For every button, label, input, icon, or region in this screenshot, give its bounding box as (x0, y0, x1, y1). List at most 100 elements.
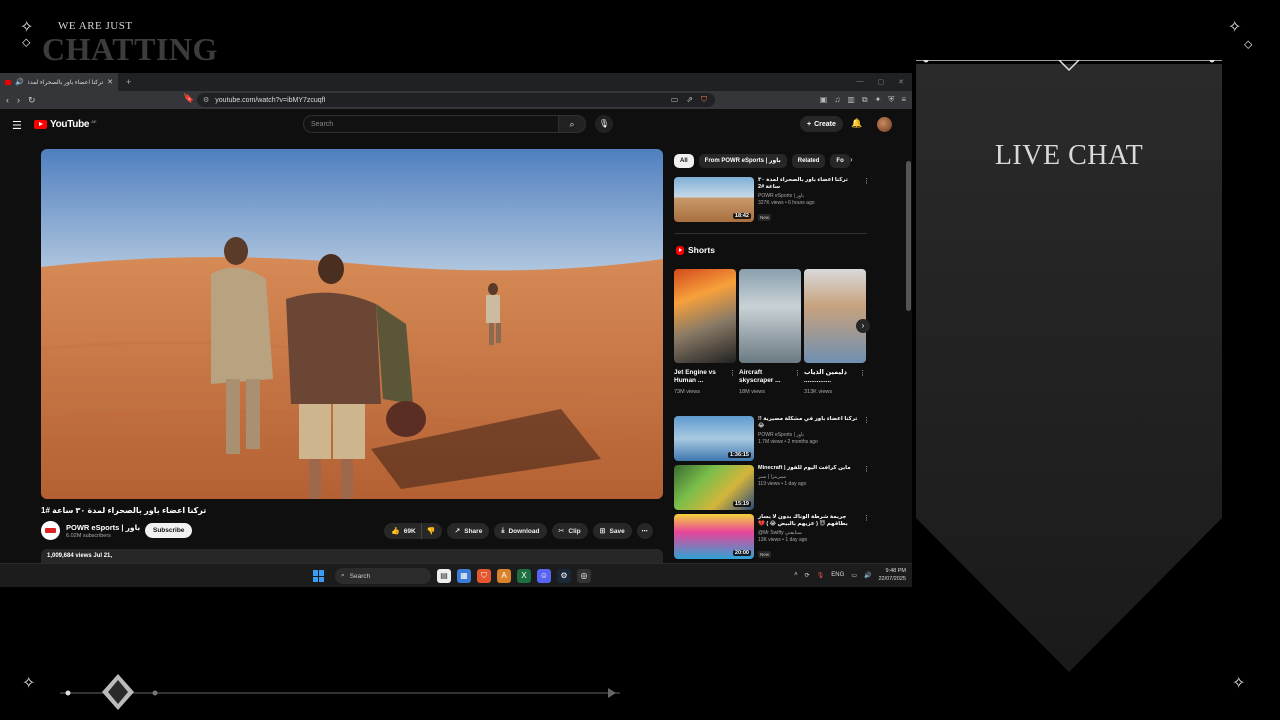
more-vertical-icon[interactable]: ⋮ (729, 369, 736, 377)
more-actions-button[interactable]: ⋯ (636, 523, 653, 539)
chip-all[interactable]: All (674, 154, 694, 168)
address-bar[interactable]: 🔖 ⚙ youtube.com/watch?v=ibMY7zcuqfI ▭ ⇗ … (183, 93, 715, 107)
url-text[interactable]: youtube.com/watch?v=ibMY7zcuqfI (215, 97, 325, 104)
page-scrollbar[interactable] (906, 153, 911, 587)
site-info-icon[interactable]: ⚙ (203, 96, 209, 104)
discord-icon[interactable]: ☺ (537, 569, 551, 583)
excel-icon[interactable]: X (517, 569, 531, 583)
list-item[interactable]: 1:36:15 تركنا اعضاء باور في مشكلة مصيرية… (674, 416, 870, 461)
short-item[interactable]: Aircraft skyscraper ... 18M views ⋮ (739, 269, 801, 395)
app-a-icon[interactable]: A (497, 569, 511, 583)
short-title[interactable]: Jet Engine vs Human ... (674, 369, 736, 385)
video-title[interactable]: تركنا اعضاء باور بالصحراء لمدة ٣٠ ساعة #… (758, 177, 870, 191)
channel-name[interactable]: POWR eSports | باور (66, 523, 140, 532)
close-window-icon[interactable]: ✕ (898, 78, 904, 86)
short-title[interactable]: دليمين الذياب ............... (804, 369, 866, 385)
short-thumbnail[interactable] (739, 269, 801, 363)
chip-from-channel[interactable]: From POWR eSports | باور (698, 154, 787, 168)
search-input[interactable]: Search (303, 115, 559, 133)
list-item[interactable]: 18:42 تركنا اعضاء باور بالصحراء لمدة ٣٠ … (674, 177, 870, 224)
create-button[interactable]: + Create (800, 116, 843, 132)
short-item[interactable]: دليمين الذياب ............... 313K views… (804, 269, 866, 395)
vpn-icon[interactable]: ⛨ (888, 95, 894, 105)
more-vertical-icon[interactable]: ⋮ (859, 369, 866, 377)
file-icon[interactable]: ▤ (437, 569, 451, 583)
leo-icon[interactable]: ✦ (875, 95, 882, 105)
notifications-bell-icon[interactable]: 🔔 (851, 118, 862, 129)
save-button[interactable]: ⊞ Save (592, 523, 632, 539)
clip-button[interactable]: ✂ Clip (551, 523, 588, 539)
video-title[interactable]: تركنا اعضاء باور في مشكلة مصيرية !! 😂 (758, 416, 870, 430)
bookmark-icon[interactable]: 🔖 (183, 93, 194, 104)
download-button[interactable]: ⤓ Download (494, 523, 547, 539)
minimize-icon[interactable]: — (857, 78, 864, 86)
list-item[interactable]: 20:00 جريمة شرطة الوناك بدون لا يسار بطا… (674, 514, 870, 561)
chip-related[interactable]: Related (791, 154, 826, 168)
taskbar-search[interactable]: ⌕ Search (335, 568, 431, 584)
wallet-icon[interactable]: ▣ (820, 95, 828, 105)
channel-name[interactable]: سبرينزا | سبر (758, 474, 870, 480)
more-vertical-icon[interactable]: ⋮ (794, 369, 801, 377)
short-thumbnail[interactable] (804, 269, 866, 363)
sync-icon[interactable]: ⟳ (805, 572, 810, 579)
more-vertical-icon[interactable]: ⋮ (863, 465, 870, 473)
menu-icon[interactable]: ≡ (901, 95, 906, 105)
video-thumbnail[interactable]: 1:36:15 (674, 416, 754, 461)
media-icon[interactable]: ♫ (834, 95, 840, 105)
speaker-icon[interactable]: 🔊 (15, 78, 24, 86)
more-vertical-icon[interactable]: ⋮ (863, 514, 870, 522)
video-title[interactable]: Minecraft | ماين كرافت اليوم للفوز (758, 465, 870, 472)
share-button[interactable]: ↗ Share (447, 523, 490, 539)
chip-truncated[interactable]: Fo (830, 154, 850, 168)
picture-in-picture-icon[interactable]: ▭ (671, 95, 679, 105)
forward-icon[interactable]: › (17, 95, 20, 105)
share-page-icon[interactable]: ⇗ (686, 95, 693, 105)
reload-icon[interactable]: ↻ (28, 95, 36, 106)
brave-browser-icon[interactable]: ⛉ (477, 569, 491, 583)
scrollbar-thumb[interactable] (906, 161, 911, 311)
network-icon[interactable]: ▭ (851, 572, 857, 579)
microphone-icon[interactable]: 🎙 (817, 572, 825, 579)
short-title[interactable]: Aircraft skyscraper ... (739, 369, 801, 385)
channel-name[interactable]: POWR eSports | باور (758, 432, 870, 438)
video-thumbnail[interactable]: 18:42 (674, 177, 754, 222)
store-icon[interactable]: ▦ (457, 569, 471, 583)
new-tab-button[interactable]: + (126, 77, 131, 87)
back-icon[interactable]: ‹ (6, 95, 9, 105)
chevron-up-icon[interactable]: ˄ (794, 572, 798, 578)
tabs-icon[interactable]: ⧉ (862, 95, 868, 105)
more-vertical-icon[interactable]: ⋮ (863, 177, 870, 185)
taskbar-clock[interactable]: 9:48 PM 22/07/2025 (878, 567, 906, 583)
video-thumbnail[interactable]: 15:19 (674, 465, 754, 510)
language-indicator[interactable]: ENG (831, 572, 844, 578)
more-vertical-icon[interactable]: ⋮ (863, 416, 870, 424)
sidebar-icon[interactable]: ▥ (847, 95, 855, 105)
dislike-button[interactable]: 👎 (420, 523, 443, 539)
video-player[interactable] (41, 149, 663, 499)
search-button[interactable]: ⌕ (558, 115, 586, 133)
short-item[interactable]: Jet Engine vs Human ... 73M views ⋮ (674, 269, 736, 395)
like-button[interactable]: 👍 69K (384, 523, 421, 539)
close-tab-icon[interactable]: ✕ (107, 78, 113, 86)
video-title[interactable]: جريمة شرطة الوناك بدون لا يسار بطاقهم 😈 … (758, 514, 870, 528)
short-thumbnail[interactable] (674, 269, 736, 363)
list-item[interactable]: 15:19 Minecraft | ماين كرافت اليوم للفوز… (674, 465, 870, 510)
voice-search-button[interactable]: 🎙 (595, 115, 613, 133)
account-avatar[interactable] (877, 117, 892, 132)
subscribe-button[interactable]: Subscribe (145, 523, 193, 538)
shorts-next-icon[interactable]: › (856, 319, 870, 333)
channel-avatar[interactable] (41, 521, 60, 540)
youtube-logo[interactable]: YouTube AE (34, 119, 97, 130)
channel-name[interactable]: POWR eSports | باور (758, 193, 870, 199)
steam-icon[interactable]: ⚙ (557, 569, 571, 583)
obs-icon[interactable]: ◎ (577, 569, 591, 583)
windows-start-icon[interactable] (313, 570, 325, 582)
channel-name[interactable]: @Mr Swifty سنايفتي (758, 530, 870, 536)
browser-tab-active[interactable]: 🔊 تركنا اعضاء باور بالصحراء لمدة ✕ (0, 73, 118, 91)
maximize-icon[interactable]: ▢ (878, 78, 885, 86)
hamburger-menu-icon[interactable]: ☰ (12, 119, 22, 132)
chevron-right-icon[interactable]: › (850, 155, 853, 164)
volume-icon[interactable]: 🔊 (864, 572, 871, 579)
video-thumbnail[interactable]: 20:00 (674, 514, 754, 559)
brave-shield-icon[interactable]: ⛉ (701, 95, 707, 105)
